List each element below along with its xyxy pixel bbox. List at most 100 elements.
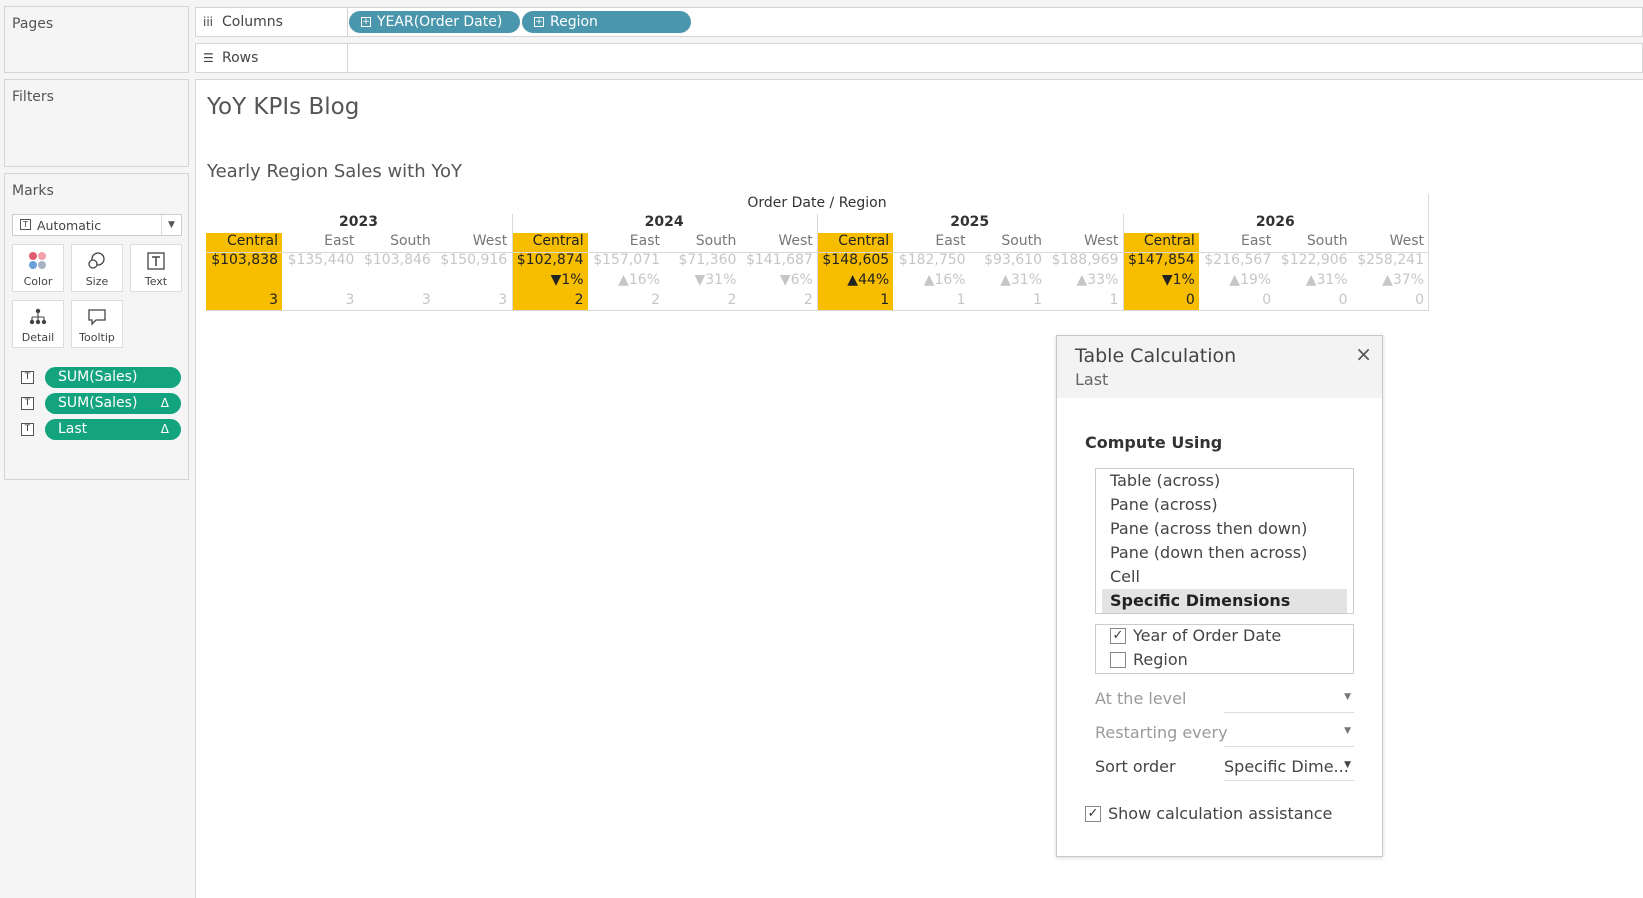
table-cell-south[interactable]: South $71,360 ▼31% 2 [664,233,740,311]
sum-sales-pill[interactable]: SUM(Sales) [45,367,181,388]
at-the-level-dropdown[interactable]: ▼ [1224,687,1354,713]
region-header[interactable]: West [778,233,812,249]
compute-option-pane-across-then-down[interactable]: Pane (across then down) [1102,517,1347,541]
size-icon [72,245,122,271]
detail-button-label: Detail [21,331,55,344]
last-value: 2 [651,292,660,308]
sales-value: $102,874 [516,252,584,268]
sales-value: $71,360 [678,252,737,268]
region-header[interactable]: South [1307,233,1348,249]
region-header[interactable]: Central [533,233,584,249]
year-header[interactable]: 2024 [512,214,817,230]
region-header[interactable]: South [1001,233,1042,249]
year-order-date-pill[interactable]: + YEAR(Order Date) [349,11,520,33]
worksheet-canvas[interactable]: YoY KPIs Blog Yearly Region Sales with Y… [195,79,1643,898]
columns-shelf[interactable]: iii Columns + YEAR(Order Date) + Region [195,7,1643,37]
dialog-subtitle: Last [1075,370,1109,389]
columns-shelf-label: iii Columns [196,8,348,36]
sum-sales-table-calc-pill[interactable]: SUM(Sales) Δ [45,393,181,414]
region-header[interactable]: East [935,233,965,249]
text-mark-icon[interactable]: T [21,371,34,384]
year-divider [817,214,819,311]
detail-button[interactable]: Detail [12,300,64,348]
table-cell-east[interactable]: East $182,750 ▲16% 1 [894,233,970,311]
last-value: 0 [1185,292,1195,308]
region-header[interactable]: South [696,233,737,249]
last-pill[interactable]: Last Δ [45,419,181,440]
compute-option-pane-across[interactable]: Pane (across) [1102,493,1347,517]
compute-option-cell[interactable]: Cell [1102,565,1347,589]
table-cell-west[interactable]: West $141,687 ▼6% 2 [741,233,817,311]
detail-icon [13,301,63,327]
checkbox-checked-icon[interactable]: ✓ [1085,806,1101,822]
table-cell-west[interactable]: West $258,241 ▲37% 0 [1352,233,1428,311]
yoy-value: ▲31% [1000,272,1042,288]
checkbox-checked-icon[interactable]: ✓ [1110,628,1126,644]
table-calculation-dialog[interactable]: Table Calculation Last × Compute Using T… [1056,335,1383,857]
region-header[interactable]: West [1084,233,1118,249]
show-calculation-assistance-label: Show calculation assistance [1108,804,1333,823]
sales-value: $150,916 [440,252,508,268]
plus-icon[interactable]: + [361,17,371,27]
mark-type-dropdown[interactable]: T Automatic ▼ [12,214,182,236]
last-value: 0 [1262,292,1272,308]
table-cell-central[interactable]: Central $147,854 ▼1% 0 [1122,233,1199,311]
text-mark-icon: T [20,219,31,230]
rows-shelf[interactable]: ☰ Rows [195,43,1643,73]
year-header[interactable]: 2026 [1123,214,1428,230]
region-header[interactable]: East [1241,233,1271,249]
columns-icon: iii [203,15,214,29]
year-header[interactable]: 2023 [206,214,511,230]
table-cell-east[interactable]: East $157,071 ▲16% 2 [588,233,664,311]
region-header[interactable]: West [473,233,507,249]
table-cell-south[interactable]: South $122,906 ▲31% 0 [1276,233,1352,311]
table-cell-central[interactable]: Central $102,874 ▼1% 2 [511,233,588,311]
year-header[interactable]: 2025 [817,214,1122,230]
marks-title: Marks [12,183,54,199]
size-button[interactable]: Size [71,244,123,292]
sort-order-dropdown[interactable]: Specific Dime... ▼ [1224,755,1354,781]
table-cell-east[interactable]: East $135,440 3 [282,233,358,311]
checkbox-unchecked-icon[interactable] [1110,652,1126,668]
specific-dimensions-box[interactable]: ✓ Year of Order Date Region [1095,624,1354,674]
color-button[interactable]: Color [12,244,64,292]
compute-option-specific-dimensions[interactable]: Specific Dimensions [1102,589,1347,613]
restarting-every-dropdown[interactable]: ▼ [1224,721,1354,747]
chevron-down-icon[interactable]: ▼ [161,215,181,235]
chevron-down-icon: ▼ [1344,726,1351,736]
region-header[interactable]: Central [1144,233,1195,249]
table-cell-west[interactable]: West $150,916 3 [435,233,511,311]
region-header[interactable]: South [390,233,431,249]
region-header[interactable]: East [324,233,354,249]
text-button[interactable]: Text [130,244,182,292]
yoy-value: ▲19% [1229,272,1272,288]
sort-order-value: Specific Dime... [1224,757,1349,776]
compute-using-list[interactable]: Table (across) Pane (across) Pane (across … [1095,468,1354,614]
text-mark-icon[interactable]: T [21,397,34,410]
plus-icon[interactable]: + [534,17,544,27]
last-value: 2 [727,292,737,308]
region-header[interactable]: East [630,233,660,249]
crosstab[interactable]: Order Date / Region 2023 Central $103,838 3… [206,194,1430,311]
sales-value: $148,605 [822,252,890,268]
yoy-value: ▲33% [1076,272,1119,288]
compute-option-pane-down-then-across[interactable]: Pane (down then across) [1102,541,1347,565]
pages-panel[interactable]: Pages [4,6,189,73]
region-header[interactable]: West [1390,233,1424,249]
region-header[interactable]: Central [227,233,278,249]
rows-label: Rows [222,50,259,66]
table-cell-east[interactable]: East $216,567 ▲19% 0 [1199,233,1275,311]
table-cell-west[interactable]: West $188,969 ▲33% 1 [1046,233,1122,311]
text-mark-icon[interactable]: T [21,423,34,436]
close-icon[interactable]: × [1355,342,1372,366]
color-icon [13,245,63,271]
table-cell-central[interactable]: Central $148,605 ▲44% 1 [817,233,894,311]
region-header[interactable]: Central [838,233,889,249]
table-cell-south[interactable]: South $93,610 ▲31% 1 [970,233,1046,311]
table-cell-south[interactable]: South $103,846 3 [359,233,435,311]
table-cell-central[interactable]: Central $103,838 3 [206,233,282,311]
region-pill[interactable]: + Region [522,11,691,33]
filters-panel[interactable]: Filters [4,79,189,167]
tooltip-button[interactable]: Tooltip [71,300,123,348]
compute-option-table-across[interactable]: Table (across) [1102,469,1347,493]
